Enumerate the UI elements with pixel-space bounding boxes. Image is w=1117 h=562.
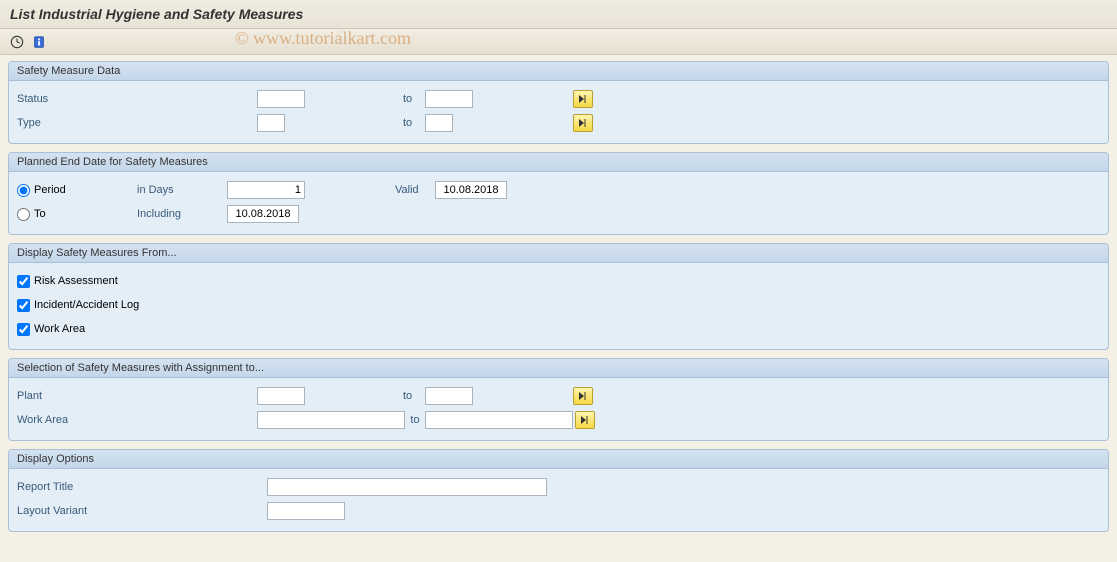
group-title: Planned End Date for Safety Measures <box>9 153 1108 172</box>
workarea-from-input[interactable] <box>257 411 405 429</box>
group-title: Selection of Safety Measures with Assign… <box>9 359 1108 378</box>
plant-label: Plant <box>17 390 137 402</box>
arrow-right-icon <box>578 94 588 104</box>
plant-to-input[interactable] <box>425 387 473 405</box>
group-selection-assign: Selection of Safety Measures with Assign… <box>8 358 1109 441</box>
group-display-from: Display Safety Measures From... Risk Ass… <box>8 243 1109 350</box>
to-radio[interactable] <box>17 208 30 221</box>
content: Safety Measure Data Status to Type to <box>0 55 1117 538</box>
to-radio-wrap[interactable]: To <box>17 208 137 221</box>
plant-from-input[interactable] <box>257 387 305 405</box>
workarea-checkbox-wrap[interactable]: Work Area <box>17 323 85 336</box>
period-label: Period <box>34 184 66 196</box>
incident-checkbox[interactable] <box>17 299 30 312</box>
type-multiselect-button[interactable] <box>573 114 593 132</box>
group-title: Display Options <box>9 450 1108 469</box>
risk-label: Risk Assessment <box>34 275 118 287</box>
type-to-input[interactable] <box>425 114 453 132</box>
workarea-label: Work Area <box>34 323 85 335</box>
page-title: List Industrial Hygiene and Safety Measu… <box>10 6 1107 22</box>
in-days-label: in Days <box>137 184 227 196</box>
workarea-multiselect-button[interactable] <box>575 411 595 429</box>
incident-checkbox-wrap[interactable]: Incident/Accident Log <box>17 299 139 312</box>
including-date-input[interactable] <box>227 205 299 223</box>
info-icon <box>32 35 46 49</box>
workarea-label: Work Area <box>17 414 137 426</box>
report-title-input[interactable] <box>267 478 547 496</box>
valid-label: Valid <box>395 184 435 196</box>
group-display-options: Display Options Report Title Layout Vari… <box>8 449 1109 532</box>
execute-button[interactable] <box>8 33 26 51</box>
to-label: to <box>395 93 425 105</box>
title-bar: List Industrial Hygiene and Safety Measu… <box>0 0 1117 29</box>
group-title: Display Safety Measures From... <box>9 244 1108 263</box>
period-radio[interactable] <box>17 184 30 197</box>
status-multiselect-button[interactable] <box>573 90 593 108</box>
period-radio-wrap[interactable]: Period <box>17 184 137 197</box>
layout-variant-input[interactable] <box>267 502 345 520</box>
to-label-2: to <box>395 117 425 129</box>
toolbar <box>0 29 1117 55</box>
type-label: Type <box>17 117 137 129</box>
group-safety-measure-data: Safety Measure Data Status to Type to <box>8 61 1109 144</box>
arrow-right-icon <box>578 118 588 128</box>
workarea-to-input[interactable] <box>425 411 573 429</box>
valid-date-input[interactable] <box>435 181 507 199</box>
report-title-label: Report Title <box>17 481 147 493</box>
clock-exec-icon <box>10 35 24 49</box>
to-radio-label: To <box>34 208 46 220</box>
status-label: Status <box>17 93 137 105</box>
status-from-input[interactable] <box>257 90 305 108</box>
layout-variant-label: Layout Variant <box>17 505 147 517</box>
days-input[interactable] <box>227 181 305 199</box>
including-label: Including <box>137 208 227 220</box>
to-label-2: to <box>405 414 425 426</box>
group-title: Safety Measure Data <box>9 62 1108 81</box>
incident-label: Incident/Accident Log <box>34 299 139 311</box>
group-planned-end: Planned End Date for Safety Measures Per… <box>8 152 1109 235</box>
arrow-right-icon <box>578 391 588 401</box>
arrow-right-icon <box>580 415 590 425</box>
type-from-input[interactable] <box>257 114 285 132</box>
workarea-checkbox[interactable] <box>17 323 30 336</box>
to-label: to <box>395 390 425 402</box>
risk-checkbox-wrap[interactable]: Risk Assessment <box>17 275 118 288</box>
plant-multiselect-button[interactable] <box>573 387 593 405</box>
risk-checkbox[interactable] <box>17 275 30 288</box>
status-to-input[interactable] <box>425 90 473 108</box>
info-button[interactable] <box>30 33 48 51</box>
